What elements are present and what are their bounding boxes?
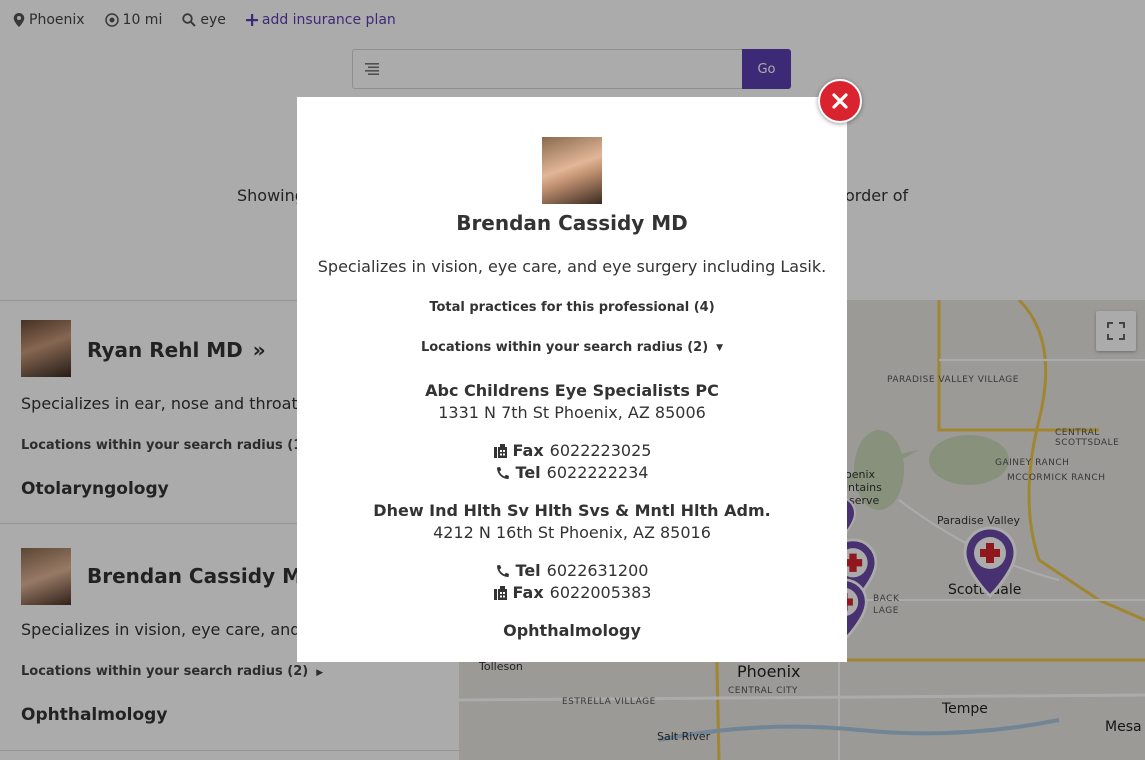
contact-line: Fax 6022005383	[297, 583, 847, 602]
contact-label: Tel	[515, 561, 541, 580]
phone-icon	[496, 564, 509, 577]
contact-value[interactable]: 6022222234	[547, 463, 649, 482]
modal-doctor-name: Brendan Cassidy MD	[456, 211, 688, 235]
practice-name: Dhew Ind Hlth Sv Hlth Svs & Mntl Hlth Ad…	[373, 501, 771, 520]
contact-value[interactable]: 6022631200	[547, 561, 649, 580]
practice-address: 1331 N 7th St Phoenix, AZ 85006	[438, 403, 706, 422]
fax-icon	[493, 585, 507, 600]
total-practices-label: Total practices for this professional (4…	[429, 300, 715, 315]
contact-label: Tel	[515, 463, 541, 482]
contact-label: Fax	[512, 441, 544, 460]
close-button[interactable]	[818, 79, 862, 123]
contact-line: Tel 6022222234	[297, 463, 847, 482]
practice-name: Abc Childrens Eye Specialists PC	[425, 381, 719, 400]
doctor-photo	[542, 137, 602, 204]
contact-value[interactable]: 6022223025	[550, 441, 652, 460]
practice-address: 4212 N 16th St Phoenix, AZ 85016	[433, 523, 711, 542]
contact-label: Fax	[512, 583, 544, 602]
phone-icon	[496, 466, 509, 479]
doctor-detail-modal: Brendan Cassidy MD Specializes in vision…	[297, 97, 847, 662]
contact-value[interactable]: 6022005383	[550, 583, 652, 602]
close-icon	[832, 93, 848, 109]
caret-down-icon: ▼	[716, 343, 724, 353]
specialty-label: Ophthalmology	[503, 621, 641, 640]
contact-line: Tel 6022631200	[297, 561, 847, 580]
contact-line: Fax 6022223025	[297, 441, 847, 460]
modal-doctor-description: Specializes in vision, eye care, and eye…	[317, 257, 827, 276]
locations-radius-dropdown[interactable]: Locations within your search radius (2) ▼	[297, 340, 847, 355]
fax-icon	[493, 443, 507, 458]
